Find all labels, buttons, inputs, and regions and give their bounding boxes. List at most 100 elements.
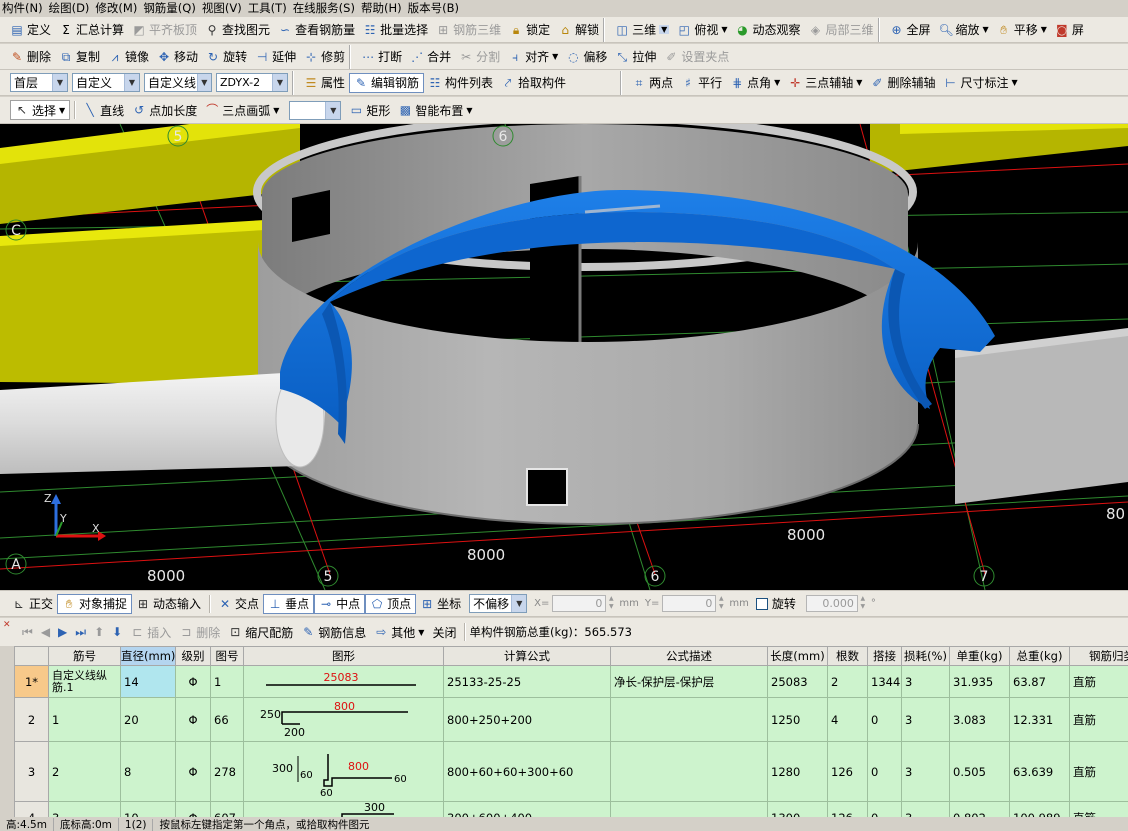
cell-length[interactable]: 1250 — [767, 697, 828, 742]
extend-button[interactable]: ⊣ 延伸 — [251, 47, 300, 67]
menu-rebar-qty[interactable]: 钢筋量(Q) — [141, 0, 200, 16]
header-shape[interactable]: 图形 — [243, 646, 444, 666]
first-record-button[interactable]: ⏮ — [18, 622, 37, 642]
cell-count[interactable]: 126 — [827, 801, 868, 817]
header-unit-weight[interactable]: 单重(kg) — [949, 646, 1010, 666]
header-loss[interactable]: 损耗(%) — [901, 646, 950, 666]
point-length-button[interactable]: ↺ 点加长度 — [128, 100, 201, 120]
cell-formula-desc[interactable]: 净长-保护层-保护层 — [610, 665, 768, 698]
x-input[interactable]: 0 — [552, 595, 607, 612]
table-row[interactable]: 3 2 8 Φ 278 300 60 800 60 60 800+60+60+3… — [14, 741, 1128, 802]
rotate-button[interactable]: ↻ 旋转 — [202, 47, 251, 67]
x-spinner[interactable]: ▲ ▼ — [606, 595, 616, 612]
element-select[interactable]: ZDYX-2 ▼ — [216, 73, 288, 92]
cell-shape[interactable]: 300 60 800 60 60 — [243, 741, 444, 802]
cell-loss[interactable]: 3 — [901, 801, 950, 817]
delete-aux-button[interactable]: ✐ 删除辅轴 — [866, 73, 939, 93]
cell-formula[interactable]: 800+250+200 — [443, 697, 611, 742]
cell-category[interactable]: 直筋 — [1069, 697, 1128, 742]
type-select[interactable]: 自定义线 ▼ — [144, 73, 212, 92]
cell-bar-no[interactable]: 自定义线纵筋.1 — [48, 665, 121, 698]
object-snap-toggle[interactable]: ✋︎ 对象捕捉 — [57, 593, 133, 614]
panel-close-icon[interactable]: ✕ — [3, 620, 11, 630]
cell-lap[interactable]: 0 — [867, 697, 902, 742]
batch-select-button[interactable]: ☷ 批量选择 — [359, 20, 432, 40]
last-record-button[interactable]: ⏭ — [71, 622, 90, 642]
header-category[interactable]: 钢筋归类 — [1069, 646, 1128, 666]
properties-button[interactable]: ☰ 属性 — [300, 73, 349, 93]
floor-select[interactable]: 首层 ▼ — [10, 73, 68, 92]
lock-button[interactable]: 🔒︎ 锁定 — [505, 20, 554, 40]
cell-shape[interactable]: 25083 — [243, 665, 444, 698]
screen-button[interactable]: ◙ 屏 — [1051, 20, 1088, 40]
cell-formula[interactable]: 800+60+60+300+60 — [443, 741, 611, 802]
menu-modify[interactable]: 修改(M) — [93, 0, 141, 16]
cell-loss[interactable]: 3 — [901, 665, 950, 698]
menu-view[interactable]: 视图(V) — [200, 0, 246, 16]
cell-category[interactable]: 直筋 — [1069, 801, 1128, 817]
cell-lap[interactable]: 0 — [867, 801, 902, 817]
cell-count[interactable]: 2 — [827, 665, 868, 698]
cell-formula[interactable]: 300+600+400 — [443, 801, 611, 817]
coordinate-snap[interactable]: ⊞ 坐标 — [416, 594, 465, 614]
set-grip-button[interactable]: ✐ 设置夹点 — [660, 47, 733, 67]
offset-button[interactable]: ◌ 偏移 — [562, 47, 611, 67]
line-button[interactable]: ╲ 直线 — [79, 100, 128, 120]
split-button[interactable]: ✂ 分割 — [455, 47, 504, 67]
local-3d-button[interactable]: ◈ 局部三维 — [805, 20, 878, 40]
cell-grade[interactable]: Φ — [175, 665, 211, 698]
move-down-button[interactable]: ⬇ — [108, 622, 126, 642]
cell-category[interactable]: 直筋 — [1069, 665, 1128, 698]
move-up-button[interactable]: ⬆ — [90, 622, 108, 642]
delete-button[interactable]: ✎ 删除 — [6, 47, 55, 67]
fullscreen-button[interactable]: ⊕ 全屏 — [886, 20, 935, 40]
menu-help[interactable]: 帮助(H) — [359, 0, 406, 16]
trim-button[interactable]: ⊹ 修剪 — [300, 47, 349, 67]
cell-bar-no[interactable]: 3 — [48, 801, 121, 817]
cell-unit-weight[interactable]: 0.505 — [949, 741, 1010, 802]
table-row[interactable]: 1* 自定义线纵筋.1 14 Φ 1 25083 25133-25-25 净长-… — [14, 665, 1128, 698]
two-point-aux-button[interactable]: ⌗ 两点 — [628, 73, 677, 93]
view-rebar-qty-button[interactable]: ∽ 查看钢筋量 — [274, 20, 359, 40]
dynamic-orbit-button[interactable]: ◕ 动态观察 — [731, 20, 804, 40]
cell-diameter[interactable]: 14 — [120, 665, 176, 698]
cell-fig-no[interactable]: 66 — [210, 697, 244, 742]
vertex-snap[interactable]: ⬠ 顶点 — [365, 593, 417, 614]
cell-total-weight[interactable]: 12.331 — [1009, 697, 1070, 742]
header-count[interactable]: 根数 — [827, 646, 868, 666]
cell-loss[interactable]: 3 — [901, 741, 950, 802]
cell-grade[interactable]: Φ — [175, 697, 211, 742]
smart-place-button[interactable]: ▩ 智能布置 ▼ — [394, 100, 476, 120]
mirror-button[interactable]: ⩘ 镜像 — [104, 47, 153, 67]
break-button[interactable]: ⋯ 打断 — [357, 47, 406, 67]
cell-unit-weight[interactable]: 3.083 — [949, 697, 1010, 742]
cell-shape[interactable]: 250 800 200 — [243, 697, 444, 742]
row-number[interactable]: 2 — [14, 697, 49, 742]
cell-fig-no[interactable]: 607 — [210, 801, 244, 817]
summary-button[interactable]: Σ 汇总计算 — [55, 20, 128, 40]
rotate-input[interactable]: 0.000 — [805, 595, 858, 612]
menu-component[interactable]: 构件(N) — [0, 0, 47, 16]
edit-rebar-button[interactable]: ✎ 编辑钢筋 — [349, 72, 425, 93]
header-grade[interactable]: 级别 — [175, 646, 211, 666]
find-element-button[interactable]: ⚲ 查找图元 — [201, 20, 274, 40]
midpoint-snap[interactable]: ⊸ 中点 — [314, 593, 366, 614]
copy-button[interactable]: ⧉ 复制 — [55, 47, 104, 67]
rotate-spinner[interactable]: ▲ ▼ — [858, 595, 868, 612]
menu-online[interactable]: 在线服务(S) — [291, 0, 359, 16]
intersection-snap[interactable]: ✕ 交点 — [214, 594, 263, 614]
header-fig-no[interactable]: 图号 — [210, 646, 244, 666]
prev-record-button[interactable]: ◀ — [37, 622, 54, 642]
cell-bar-no[interactable]: 1 — [48, 697, 121, 742]
3d-scene[interactable]: 5 6 C A 5 6 7 8000 8000 8000 80 Z Y X — [0, 124, 1128, 590]
menu-version[interactable]: 版本号(B) — [406, 0, 463, 16]
cell-count[interactable]: 126 — [827, 741, 868, 802]
parallel-aux-button[interactable]: ♯ 平行 — [677, 73, 726, 93]
cell-diameter[interactable]: 20 — [120, 697, 176, 742]
point-angle-aux-button[interactable]: ⋕ 点角 ▼ — [726, 73, 784, 93]
other-button[interactable]: ⇨ 其他 ▼ — [370, 622, 428, 642]
move-button[interactable]: ✥ 移动 — [153, 47, 202, 67]
cell-count[interactable]: 4 — [827, 697, 868, 742]
cell-shape[interactable]: 300 — [243, 801, 444, 817]
rebar-info-button[interactable]: ✎ 钢筋信息 — [297, 622, 370, 642]
